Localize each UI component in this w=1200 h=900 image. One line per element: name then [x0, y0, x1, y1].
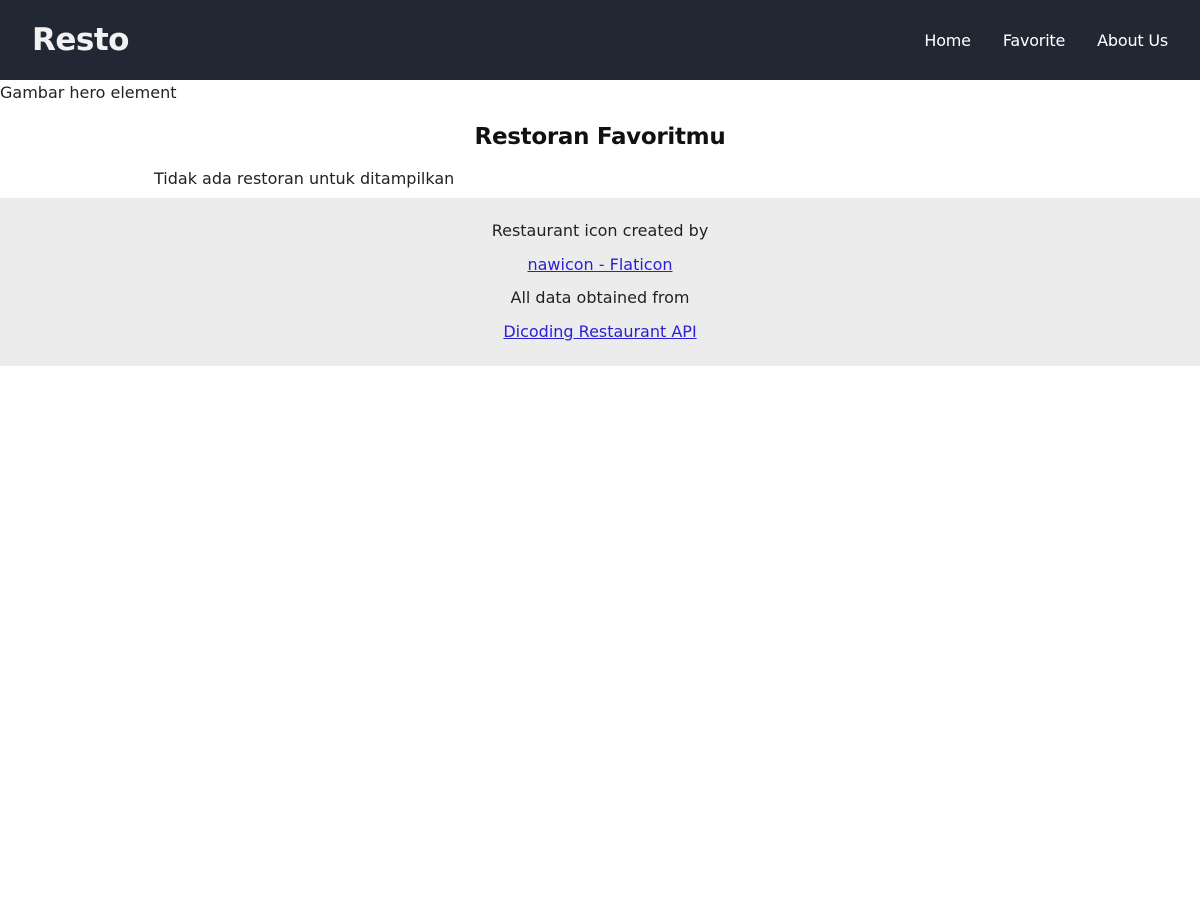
footer: Restaurant icon created by nawicon - Fla…: [0, 198, 1200, 366]
page-title: Restoran Favoritmu: [474, 124, 726, 150]
nav-item-about: About Us: [1097, 31, 1168, 50]
icon-credit-row: nawicon - Flaticon: [0, 248, 1200, 282]
main-content: Restoran Favoritmu Tidak ada restoran un…: [0, 104, 1200, 198]
hero-image: Gambar hero element: [0, 80, 1200, 104]
api-link[interactable]: Dicoding Restaurant API: [503, 322, 696, 341]
navbar: Resto Home Favorite About Us: [0, 0, 1200, 80]
nav-item-home: Home: [924, 31, 971, 50]
flaticon-link[interactable]: nawicon - Flaticon: [527, 255, 672, 274]
nav-item-favorite: Favorite: [1003, 31, 1066, 50]
empty-message: Tidak ada restoran untuk ditampilkan: [154, 169, 455, 188]
nav-menu: Home Favorite About Us: [892, 31, 1168, 50]
data-source-text: All data obtained from: [510, 288, 690, 307]
nav-link-favorite[interactable]: Favorite: [1003, 31, 1066, 50]
data-source-row: Dicoding Restaurant API: [0, 315, 1200, 349]
hero-alt-text: Gambar hero element: [0, 82, 177, 102]
nav-link-home[interactable]: Home: [924, 31, 971, 50]
icon-credit-text: Restaurant icon created by: [491, 221, 709, 240]
nav-link-about-us[interactable]: About Us: [1097, 31, 1168, 50]
brand-logo[interactable]: Resto: [32, 22, 129, 58]
